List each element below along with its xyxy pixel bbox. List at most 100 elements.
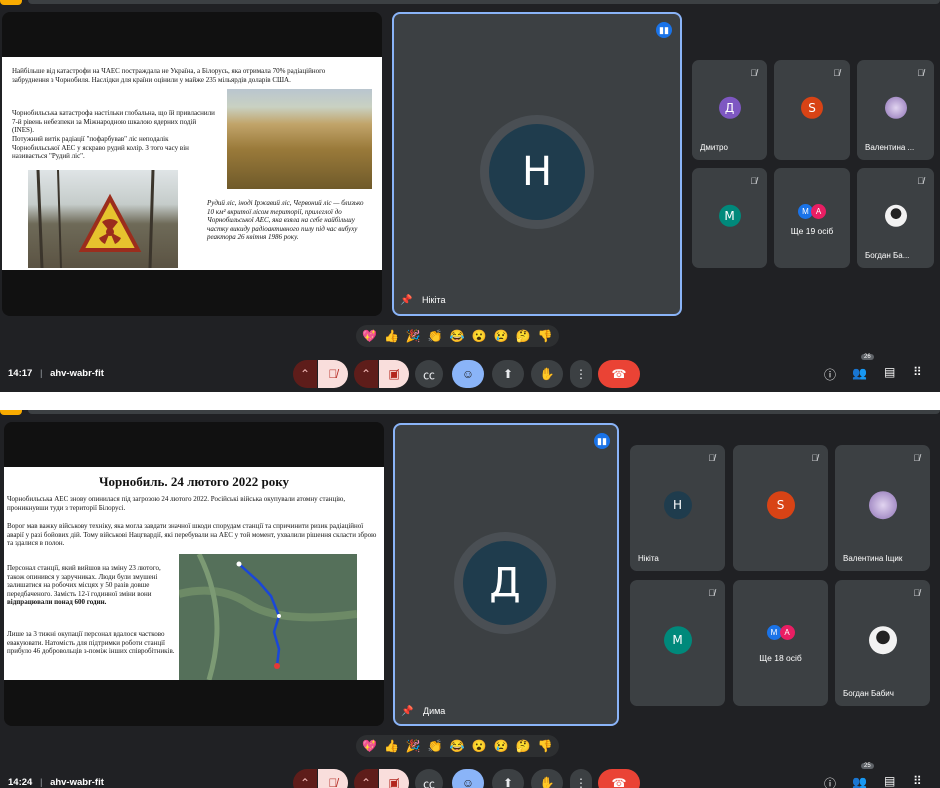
activities-icon[interactable]: ⠿ [913, 365, 922, 379]
participant-tile[interactable]: 🎙̸ Н Нікіта [630, 445, 725, 571]
mic-off-button[interactable]: 🎙̸ [318, 769, 348, 788]
mic-off-icon: 🎙̸ [917, 176, 924, 186]
chat-icon[interactable]: ▤ [884, 774, 895, 788]
reaction-thumbs-up[interactable]: 👍 [384, 329, 399, 343]
people-icon[interactable]: 👥 [852, 366, 867, 380]
camera-off-button[interactable]: ▣̸ [379, 360, 409, 388]
participant-tile[interactable]: 🎙̸ S [774, 60, 850, 160]
mic-off-icon: 🎙̸ [917, 68, 924, 78]
reaction-laugh[interactable]: 😂 [450, 739, 465, 753]
mic-off-button[interactable]: 🎙̸ [318, 360, 348, 388]
raise-hand-button[interactable]: ✋ [531, 360, 563, 388]
reaction-party[interactable]: 🎉 [406, 739, 421, 753]
slide-title: Чорнобиль. 24 лютого 2022 року [98, 474, 290, 489]
avatar-photo [868, 491, 897, 520]
avatar: Н [663, 491, 692, 520]
leave-call-button[interactable]: ☎ [598, 360, 640, 388]
emoji-button[interactable]: ☺ [452, 769, 484, 788]
reaction-thinking[interactable]: 🤔 [516, 739, 531, 753]
reaction-clap[interactable]: 👏 [428, 329, 443, 343]
raise-hand-button[interactable]: ✋ [531, 769, 563, 788]
pin-icon[interactable]: 📌 [401, 706, 413, 717]
slide-caption: Рудий ліс, іноді Іржавий ліс, Червоний л… [207, 199, 364, 241]
meeting-info: 14:24 | ahv-wabr-fit [8, 777, 104, 788]
participant-tile[interactable]: 🎙̸ Валентина ... [857, 60, 934, 160]
reaction-laugh[interactable]: 😂 [450, 329, 465, 343]
mic-off-icon: 🎙̸ [913, 588, 920, 598]
control-bar: 14:24 | ahv-wabr-fit ⌃ 🎙̸ ⌃ ▣̸ ㏄ ☺ ⬆ ✋ ⋮… [0, 763, 940, 788]
info-icon[interactable]: ⓘ [824, 366, 836, 383]
reaction-party[interactable]: 🎉 [406, 329, 421, 343]
mic-off-icon: 🎙̸ [811, 453, 818, 463]
present-button[interactable]: ⬆ [492, 360, 524, 388]
slide-paragraph-2: Чорнобильська катастрофа настільки глоба… [12, 109, 215, 134]
more-participants-tile[interactable]: M A Ще 18 осіб [733, 580, 828, 706]
radiation-sign-photo [28, 170, 178, 268]
activities-icon[interactable]: ⠿ [913, 774, 922, 788]
captions-button[interactable]: ㏄ [415, 360, 443, 388]
participant-tile[interactable]: 🎙̸ Богдан Бабич [835, 580, 930, 706]
participant-tile[interactable]: 🎙̸ M [630, 580, 725, 706]
top-strip [28, 0, 940, 4]
participant-name: Дмитро [700, 143, 728, 152]
video-options-icon[interactable]: ⌃ [354, 360, 378, 388]
reaction-heart[interactable]: 💖 [362, 329, 377, 343]
more-options-icon[interactable]: ⋮ [570, 360, 592, 388]
participant-count-badge: 26 [861, 354, 874, 360]
participant-count-badge: 25 [861, 763, 874, 769]
reaction-clap[interactable]: 👏 [428, 739, 443, 753]
participant-tile[interactable]: 🎙̸ S [733, 445, 828, 571]
speaking-indicator-icon: ▮▮ [594, 433, 610, 449]
captions-button[interactable]: ㏄ [415, 769, 443, 788]
avatar-photo [884, 96, 907, 119]
reaction-sad[interactable]: 😢 [494, 739, 509, 753]
avatar-stack: M A [798, 204, 826, 219]
main-speaker-tile[interactable]: ▮▮ Н 📌 Нікіта [392, 12, 682, 316]
participant-tile[interactable]: 🎙̸ Валентина Іщик [835, 445, 930, 571]
leave-call-button[interactable]: ☎ [598, 769, 640, 788]
info-icon[interactable]: ⓘ [824, 775, 836, 788]
reaction-sad[interactable]: 😢 [494, 329, 509, 343]
participant-tile[interactable]: 🎙̸ M [692, 168, 767, 268]
main-speaker-name: Нікіта [422, 295, 446, 305]
reaction-thumbs-up[interactable]: 👍 [384, 739, 399, 753]
presentation-area[interactable]: Чорнобиль. 24 лютого 2022 року Чорнобиль… [4, 422, 384, 726]
more-options-icon[interactable]: ⋮ [570, 769, 592, 788]
main-speaker-tile[interactable]: ▮▮ Д 📌 Дима [393, 423, 619, 726]
route-map-icon [178, 552, 358, 680]
mic-off-icon: 🎙̸ [913, 453, 920, 463]
reaction-thinking[interactable]: 🤔 [516, 329, 531, 343]
avatar: S [801, 96, 823, 119]
video-options-icon[interactable]: ⌃ [354, 769, 378, 788]
reaction-surprised[interactable]: 😮 [472, 329, 487, 343]
presentation-area[interactable]: Найбільше від катастрофи на ЧАЕС постраж… [2, 12, 382, 316]
participant-name: Валентина ... [865, 143, 915, 152]
camera-off-button[interactable]: ▣̸ [379, 769, 409, 788]
participant-tile[interactable]: 🎙̸ Богдан Ба... [857, 168, 934, 268]
present-button[interactable]: ⬆ [492, 769, 524, 788]
avatar: Д [718, 96, 741, 119]
audio-options-icon[interactable]: ⌃ [293, 360, 317, 388]
chat-icon[interactable]: ▤ [884, 365, 895, 379]
reaction-heart[interactable]: 💖 [362, 739, 377, 753]
avatar: M [718, 204, 741, 227]
more-participants-tile[interactable]: M A Ще 19 осіб [774, 168, 850, 268]
pin-icon[interactable]: 📌 [400, 295, 412, 306]
audio-options-icon[interactable]: ⌃ [293, 769, 317, 788]
avatar-photo [884, 204, 907, 227]
more-participants-label: Ще 18 осіб [759, 653, 802, 664]
slide: Найбільше від катастрофи на ЧАЕС постраж… [2, 57, 382, 270]
people-icon[interactable]: 👥 [852, 775, 867, 788]
reaction-thumbs-down[interactable]: 👎 [538, 329, 553, 343]
map-image [178, 552, 358, 680]
emoji-button[interactable]: ☺ [452, 360, 484, 388]
avatar: A [779, 625, 795, 641]
radiation-sign-icon [36, 170, 155, 268]
reaction-surprised[interactable]: 😮 [472, 739, 487, 753]
slide-paragraph-3: Персонал станції, який вийшов на зміну 2… [7, 564, 161, 606]
participant-tile[interactable]: 🎙̸ Д Дмитро [692, 60, 767, 160]
slide-paragraph-1: Чорнобильська АЕС знову опинилася під за… [7, 495, 346, 512]
reaction-thumbs-down[interactable]: 👎 [538, 739, 553, 753]
meeting-code: ahv-wabr-fit [50, 777, 104, 788]
main-speaker-avatar: Д [463, 541, 547, 625]
